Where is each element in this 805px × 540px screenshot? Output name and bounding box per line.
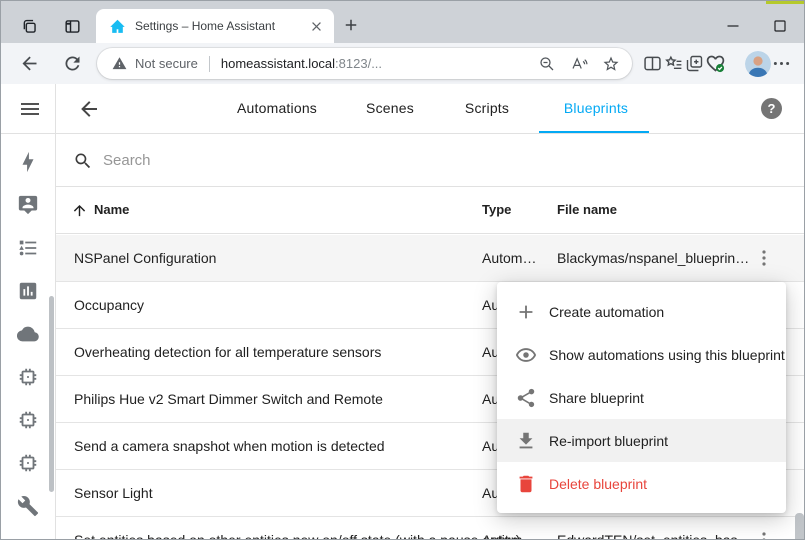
row-type: Autom… — [482, 532, 536, 540]
help-button[interactable]: ? — [761, 98, 782, 119]
table-header: Name Type File name — [56, 187, 804, 234]
browser-toolbar: Not secure homeassistant.local:8123/... — [1, 43, 804, 84]
menu-item-label: Share blueprint — [549, 390, 644, 406]
url-text[interactable]: homeassistant.local:8123/... — [221, 56, 524, 71]
row-name: Set entities based on other entities new… — [74, 532, 520, 540]
maximize-button[interactable] — [770, 16, 790, 36]
toolbar-right-cluster — [642, 51, 792, 77]
workspaces-icon[interactable] — [20, 17, 39, 36]
tab-title: Settings – Home Assistant — [135, 19, 309, 33]
eye-icon — [515, 344, 537, 366]
row-name: Philips Hue v2 Smart Dimmer Switch and R… — [74, 391, 383, 407]
row-overflow-menu-icon[interactable] — [752, 528, 776, 540]
menu-item-delete-blueprint[interactable]: Delete blueprint — [497, 462, 786, 505]
refresh-icon[interactable] — [62, 53, 83, 74]
menu-item-share-blueprint[interactable]: Share blueprint — [497, 376, 786, 419]
profile-avatar[interactable] — [745, 51, 771, 77]
browser-tab[interactable]: Settings – Home Assistant — [96, 9, 334, 43]
sidebar-device-chip-2-icon[interactable] — [17, 409, 39, 431]
back-icon[interactable] — [19, 53, 40, 74]
row-file: Blackymas/nspanel_blueprin… — [557, 250, 762, 266]
browser-window: Settings – Home Assistant Not secure — [0, 0, 805, 540]
tab-automations[interactable]: Automations — [237, 84, 317, 133]
split-screen-icon[interactable] — [642, 53, 663, 74]
table-row[interactable]: Set entities based on other entities new… — [56, 517, 804, 540]
browser-essentials-icon[interactable] — [705, 53, 726, 74]
column-header-file[interactable]: File name — [557, 202, 617, 217]
menu-item-reimport-blueprint[interactable]: Re-import blueprint — [497, 419, 786, 462]
sidebar-cloud-icon[interactable] — [17, 323, 39, 345]
tab-scripts[interactable]: Scripts — [465, 84, 509, 133]
url-port-path: :8123/... — [335, 56, 382, 71]
security-label: Not secure — [135, 56, 198, 71]
home-assistant-favicon — [109, 18, 126, 35]
tab-actions-icon[interactable] — [63, 17, 82, 36]
menu-item-label: Delete blueprint — [549, 476, 647, 492]
row-type: Autom… — [482, 250, 536, 266]
menu-item-create-automation[interactable]: Create automation — [497, 290, 786, 333]
column-header-type[interactable]: Type — [482, 202, 511, 217]
column-header-name[interactable]: Name — [94, 202, 129, 217]
row-name: Sensor Light — [74, 485, 153, 501]
menu-item-label: Re-import blueprint — [549, 433, 668, 449]
sidebar-map-person-tooltip-icon[interactable] — [17, 194, 39, 216]
favorite-star-icon[interactable] — [602, 55, 620, 73]
sidebar-device-chip-1-icon[interactable] — [17, 366, 39, 388]
favorites-hub-icon[interactable] — [663, 53, 684, 74]
address-separator — [209, 56, 210, 72]
tab-scenes[interactable]: Scenes — [366, 84, 414, 133]
address-bar[interactable]: Not secure homeassistant.local:8123/... — [97, 48, 632, 79]
page-scrollbar-thumb[interactable] — [795, 513, 804, 540]
row-name: Send a camera snapshot when motion is de… — [74, 438, 385, 454]
delete-trash-icon — [515, 473, 537, 495]
tab-blueprints[interactable]: Blueprints — [564, 84, 628, 133]
menu-item-label: Show automations using this blueprint — [549, 347, 785, 363]
ha-sidebar — [1, 84, 56, 539]
row-name: Overheating detection for all temperatur… — [74, 344, 381, 360]
search-row — [56, 135, 804, 187]
sidebar-history-chart-box-icon[interactable] — [17, 280, 39, 302]
sidebar-scrollbar-thumb[interactable] — [49, 296, 54, 492]
zoom-out-icon[interactable] — [538, 55, 556, 73]
row-file: EdwardTEN/set_entities_bas… — [557, 532, 762, 540]
ha-top-nav: Automations Scenes Scripts Blueprints ? — [1, 84, 804, 134]
browser-titlebar: Settings – Home Assistant — [1, 1, 804, 43]
blueprint-context-menu: Create automation Show automations using… — [497, 282, 786, 513]
settings-ellipsis-icon[interactable] — [771, 53, 792, 74]
search-icon — [73, 151, 93, 171]
sidebar-device-chip-3-icon[interactable] — [17, 452, 39, 474]
menu-item-show-automations[interactable]: Show automations using this blueprint — [497, 333, 786, 376]
share-icon — [515, 387, 537, 409]
menu-item-label: Create automation — [549, 304, 664, 320]
read-aloud-icon[interactable] — [570, 55, 588, 73]
hamburger-menu-icon[interactable] — [18, 97, 42, 121]
table-row[interactable]: NSPanel Configuration Autom… Blackymas/n… — [56, 235, 804, 282]
search-input[interactable] — [103, 152, 804, 169]
row-name: Occupancy — [74, 297, 144, 313]
sidebar-energy-lightning-icon[interactable] — [17, 151, 39, 173]
row-name: NSPanel Configuration — [74, 250, 216, 266]
screen-share-strip — [766, 1, 804, 4]
plus-icon — [515, 301, 537, 323]
not-secure-warning-icon — [112, 56, 127, 71]
app-back-icon[interactable] — [77, 97, 101, 121]
tab-close-icon[interactable] — [309, 19, 324, 34]
minimize-button[interactable] — [723, 16, 743, 36]
row-overflow-menu-icon[interactable] — [752, 246, 776, 270]
sidebar-logbook-list-icon[interactable] — [17, 237, 39, 259]
download-icon — [515, 430, 537, 452]
url-host: homeassistant.local — [221, 56, 335, 71]
active-tab-indicator — [539, 131, 649, 133]
sort-ascending-icon[interactable] — [71, 202, 88, 219]
collections-icon[interactable] — [684, 53, 705, 74]
sidebar-tools-wrench-icon[interactable] — [17, 495, 39, 517]
new-tab-button[interactable] — [342, 16, 360, 34]
